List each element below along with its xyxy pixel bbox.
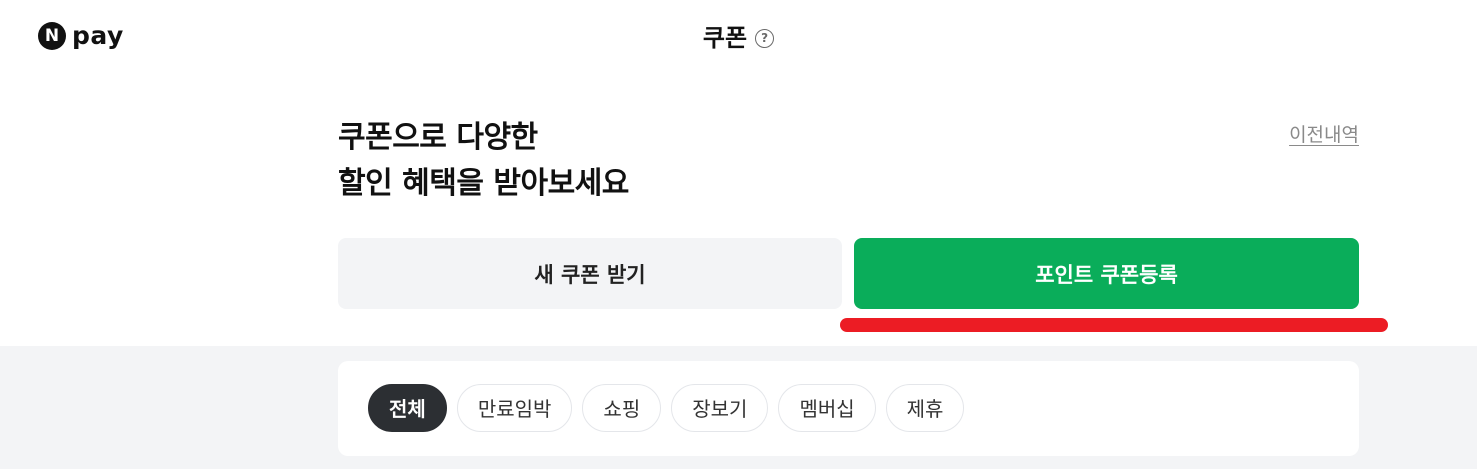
filter-card: 전체 만료임박 쇼핑 장보기 멤버십 제휴 [338, 361, 1359, 456]
register-point-coupon-button[interactable]: 포인트 쿠폰등록 [854, 238, 1359, 309]
help-circle-icon[interactable]: ? [755, 28, 775, 48]
filter-chips: 전체 만료임박 쇼핑 장보기 멤버십 제휴 [368, 384, 974, 432]
filter-chip-expiring[interactable]: 만료임박 [456, 384, 573, 432]
filter-chip-grocery[interactable]: 장보기 [671, 384, 769, 432]
headline-line-2: 할인 혜택을 받아보세요 [338, 166, 629, 201]
filter-chip-partnership[interactable]: 제휴 [885, 384, 965, 432]
filter-chip-membership[interactable]: 멤버십 [778, 384, 876, 432]
new-coupon-button[interactable]: 새 쿠폰 받기 [338, 238, 842, 309]
filter-chip-shopping[interactable]: 쇼핑 [582, 384, 662, 432]
hero-headline: 쿠폰으로 다양한 할인 혜택을 받아보세요 [338, 115, 629, 207]
headline-line-1: 쿠폰으로 다양한 [338, 120, 538, 155]
page-title: 쿠폰 [702, 24, 748, 52]
highlight-underline [840, 318, 1388, 332]
header: N pay 쿠폰 ? [0, 0, 1477, 80]
history-link[interactable]: 이전내역 [1289, 120, 1359, 147]
filter-chip-all[interactable]: 전체 [368, 384, 447, 432]
page-title-group: 쿠폰 ? [0, 22, 1477, 54]
